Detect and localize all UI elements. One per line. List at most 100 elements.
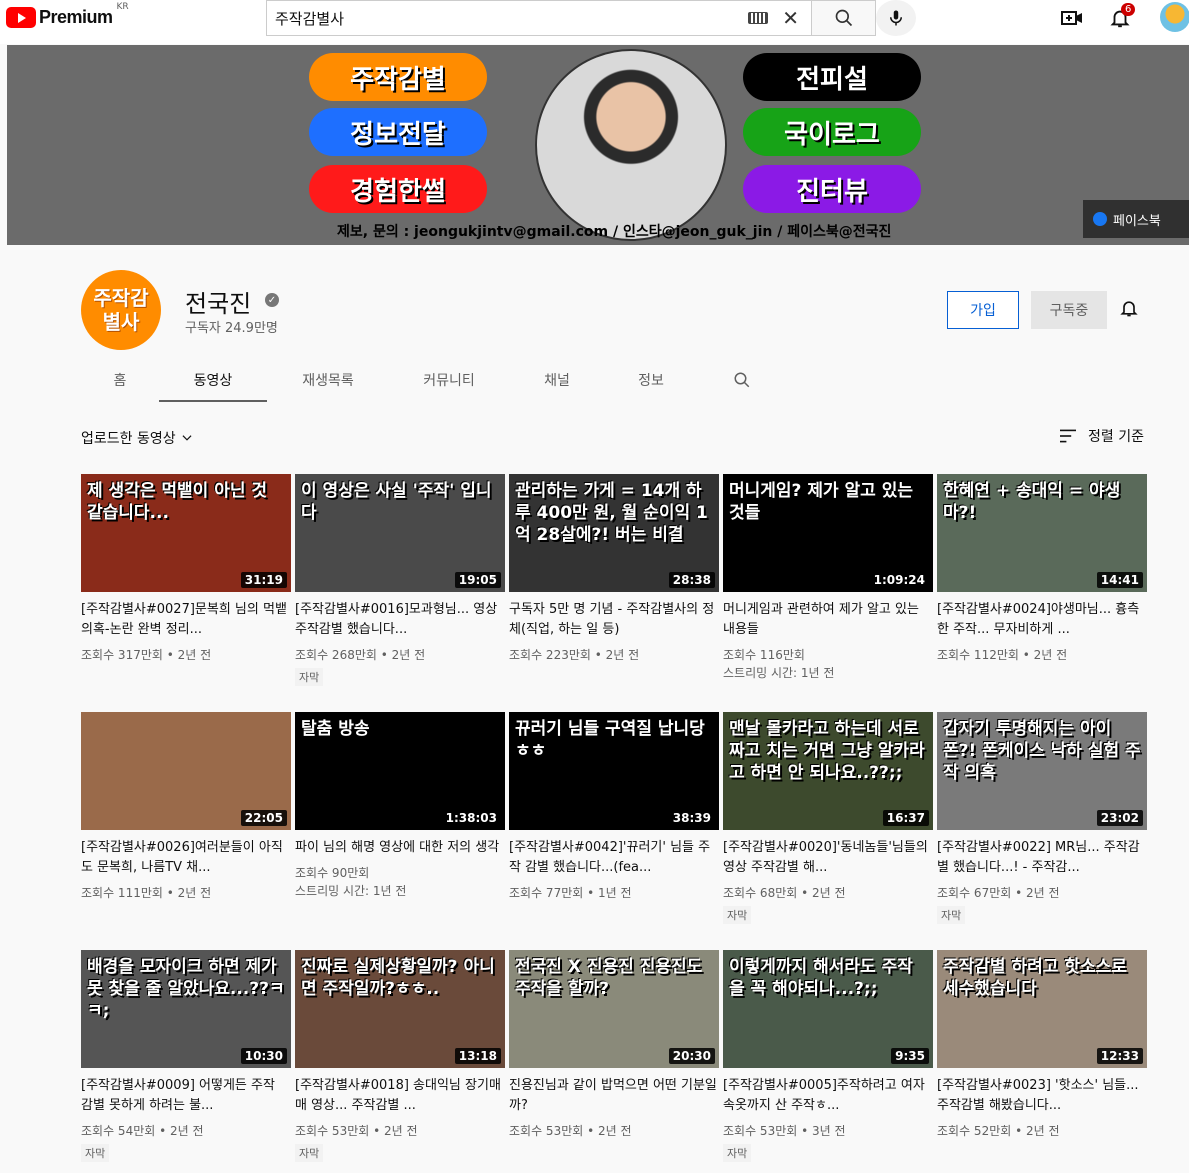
video-card[interactable]: 뀨러기 님들 구역질 납니당ㅎㅎ 38:39 [주작감별사#0042]'뀨러기' 님… [509,712,719,902]
video-thumbnail[interactable]: 배경을 모자이크 하면 제가 못 찾을 줄 알았나요...??ㅋㅋ; 10:30 [81,950,291,1068]
video-card[interactable]: 관리하는 가게 = 14개 하루 400만 원, 월 순이익 1억 28살에?!… [509,474,719,664]
video-title[interactable]: [주작감별사#0022] MR님... 주작감별 했습니다...! - 주작감.… [937,838,1147,878]
tab-channels[interactable]: 채널 [509,358,605,402]
subscriber-count: 구독자 24.9만명 [185,321,278,336]
video-duration: 9:35 [891,1048,929,1064]
video-card[interactable]: 배경을 모자이크 하면 제가 못 찾을 줄 알았나요...??ㅋㅋ; 10:30 [… [81,950,291,1162]
banner-pill: 전피설 [743,53,921,101]
uploads-dropdown[interactable]: 업로드한 동영상 [81,428,194,448]
video-card[interactable]: 맨날 몰카라고 하는데 서로 짜고 치는 거면 그냥 알카라고 하면 안 되나요… [723,712,933,924]
video-thumbnail[interactable]: 탈춤 방송 1:38:03 [295,712,505,830]
video-title[interactable]: [주작감별사#0020]'동네놈들'님들의 영상 주작감별 해... [723,838,933,878]
tab-community[interactable]: 커뮤니티 [389,358,509,402]
create-video-button[interactable] [1060,6,1084,30]
video-thumbnail[interactable]: 관리하는 가게 = 14개 하루 400만 원, 월 순이익 1억 28살에?!… [509,474,719,592]
video-thumbnail[interactable]: 한혜연 + 송대익 = 야생마?! 14:41 [937,474,1147,592]
video-duration: 13:18 [454,1048,501,1064]
video-duration: 10:30 [240,1048,287,1064]
meta-separator: • [369,1124,385,1138]
video-thumbnail[interactable]: 진짜로 실제상황일까? 아니면 주작일까?ㅎㅎ.. 13:18 [295,950,505,1068]
video-card[interactable]: 머니게임? 제가 알고 있는 것들 1:09:24 머니게임과 관련하여 제가 알고… [723,474,933,682]
video-thumbnail[interactable]: 머니게임? 제가 알고 있는 것들 1:09:24 [723,474,933,592]
video-title[interactable]: 머니게임과 관련하여 제가 알고 있는 내용들 [723,600,933,640]
video-title[interactable]: 진용진님과 같이 밥먹으면 어떤 기분일까? [509,1076,719,1116]
video-thumbnail[interactable]: 이렇게까지 해서라도 주작을 꼭 해야되나...?;; 9:35 [723,950,933,1068]
tab-home[interactable]: 홈 [81,358,159,402]
account-avatar[interactable] [1160,2,1189,32]
video-title[interactable]: [주작감별사#0009] 어떻게든 주작 감별 못하게 하려는 불... [81,1076,291,1116]
video-title[interactable]: [주작감별사#0005]주작하려고 여자 속옷까지 산 주작ㅎ... [723,1076,933,1116]
video-title[interactable]: [주작감별사#0016]모과형님... 영상 주작감별 했습니다... [295,600,505,640]
logo-region: KR [116,2,129,12]
video-card[interactable]: 이 영상은 사실 '주작' 입니다 19:05 [주작감별사#0016]모과형님..… [295,474,505,686]
subtitles-badge: 자막 [295,668,324,686]
video-thumbnail[interactable]: 주작감별 하려고 핫소스로 세수했습니다 12:33 [937,950,1147,1068]
video-thumbnail[interactable]: 이 영상은 사실 '주작' 입니다 19:05 [295,474,505,592]
video-thumbnail[interactable]: 갑자기 투명해지는 아이폰?! 폰케이스 낙하 실험 주작 의혹 23:02 [937,712,1147,830]
video-card[interactable]: 전국진 X 진용진 진용진도 주작을 할까? 20:30 진용진님과 같이 밥먹으면… [509,950,719,1140]
masthead: Premium KR ✕ 6 [0,0,1189,44]
video-card[interactable]: 22:05 [주작감별사#0026]여러분들이 아직도 문복희, 나름TV 채..… [81,712,291,902]
search-button[interactable] [812,0,876,36]
search-input[interactable] [267,1,749,35]
video-metadata: 조회수 268만회 • 2년 전 [295,646,505,664]
video-card[interactable]: 탈춤 방송 1:38:03 파이 님의 해명 영상에 대한 저의 생각 조회수 90만… [295,712,505,900]
video-metadata: 조회수 77만회 • 1년 전 [509,884,719,902]
thumbnail-text: 배경을 모자이크 하면 제가 못 찾을 줄 알았나요...??ㅋㅋ; [87,957,285,1021]
upload-age: 2년 전 [177,648,212,662]
search-icon [734,372,750,388]
view-count: 조회수 268만회 [295,648,377,662]
tab-search[interactable] [697,358,787,402]
video-title[interactable]: [주작감별사#0023] '핫소스' 님들... 주작감별 해봤습니다... [937,1076,1147,1116]
video-thumbnail[interactable]: 제 생각은 먹뱉이 아닌 것 같습니다... 31:19 [81,474,291,592]
view-count: 조회수 53만회 [509,1124,584,1138]
tab-playlists[interactable]: 재생목록 [267,358,389,402]
video-title[interactable]: [주작감별사#0024]야생마님... 흉측한 주작... 무자비하게 ... [937,600,1147,640]
video-thumbnail[interactable]: 전국진 X 진용진 진용진도 주작을 할까? 20:30 [509,950,719,1068]
video-thumbnail[interactable]: 맨날 몰카라고 하는데 서로 짜고 치는 거면 그냥 알카라고 하면 안 되나요… [723,712,933,830]
video-thumbnail[interactable]: 뀨러기 님들 구역질 납니당ㅎㅎ 38:39 [509,712,719,830]
keyboard-icon[interactable] [748,12,769,24]
channel-avatar[interactable]: 주작감별사 [81,270,161,350]
meta-separator: • [583,1124,599,1138]
video-title[interactable]: [주작감별사#0027]문복희 님의 먹뱉 의혹-논란 완벽 정리... [81,600,291,640]
video-card[interactable]: 제 생각은 먹뱉이 아닌 것 같습니다... 31:19 [주작감별사#0027]문… [81,474,291,664]
clear-search-icon[interactable]: ✕ [782,6,799,30]
video-card[interactable]: 한혜연 + 송대익 = 야생마?! 14:41 [주작감별사#0024]야생마님..… [937,474,1147,664]
join-button[interactable]: 가입 [947,291,1019,329]
channel-banner: 주작감별 정보전달 경험한썰 전피설 국이로그 진터뷰 제보, 문의 : jeo… [7,45,1189,245]
channel-notifications-button[interactable] [1119,297,1139,323]
meta-separator: • [1011,886,1027,900]
video-duration: 16:37 [882,810,929,826]
video-card[interactable]: 진짜로 실제상황일까? 아니면 주작일까?ㅎㅎ.. 13:18 [주작감별사#001… [295,950,505,1162]
banner-pill: 진터뷰 [743,165,921,213]
subscribed-button[interactable]: 구독중 [1031,291,1107,329]
youtube-logo-icon [6,6,36,28]
video-card[interactable]: 주작감별 하려고 핫소스로 세수했습니다 12:33 [주작감별사#0023] '핫… [937,950,1147,1140]
sort-button[interactable]: 정렬 기준 [1058,426,1144,446]
video-title[interactable]: 구독자 5만 명 기념 - 주작감별사의 정체(직업, 하는 일 등) [509,600,719,640]
voice-search-button[interactable] [876,0,916,36]
section-title: 업로드한 동영상 [81,431,176,447]
upload-age: 2년 전 [605,648,640,662]
video-card[interactable]: 이렇게까지 해서라도 주작을 꼭 해야되나...?;; 9:35 [주작감별사#00… [723,950,933,1162]
youtube-premium-logo[interactable]: Premium KR [6,2,129,28]
sort-label: 정렬 기준 [1088,429,1144,445]
video-metadata: 조회수 68만회 • 2년 전 [723,884,933,902]
video-title[interactable]: [주작감별사#0026]여러분들이 아직도 문복희, 나름TV 채... [81,838,291,878]
video-title[interactable]: 파이 님의 해명 영상에 대한 저의 생각 [295,838,505,858]
upload-age: 2년 전 [598,1124,632,1138]
facebook-link[interactable]: 페이스북 [1083,200,1189,238]
tab-videos[interactable]: 동영상 [159,358,267,402]
meta-separator: • [376,648,392,662]
video-card[interactable]: 갑자기 투명해지는 아이폰?! 폰케이스 낙하 실험 주작 의혹 23:02 [주작… [937,712,1147,924]
video-title[interactable]: [주작감별사#0018] 송대익님 장기매매 영상... 주작감별 ... [295,1076,505,1116]
video-thumbnail[interactable]: 22:05 [81,712,291,830]
upload-age: 2년 전 [1033,648,1068,662]
thumbnail-text: 진짜로 실제상황일까? 아니면 주작일까?ㅎㅎ.. [301,957,495,999]
video-title[interactable]: [주작감별사#0042]'뀨러기' 님들 주작 감별 했습니다...(fea..… [509,838,719,878]
view-count: 조회수 53만회 [723,1124,798,1138]
banner-pill: 주작감별 [309,53,487,101]
video-duration: 14:41 [1096,572,1143,588]
tab-about[interactable]: 정보 [605,358,697,402]
